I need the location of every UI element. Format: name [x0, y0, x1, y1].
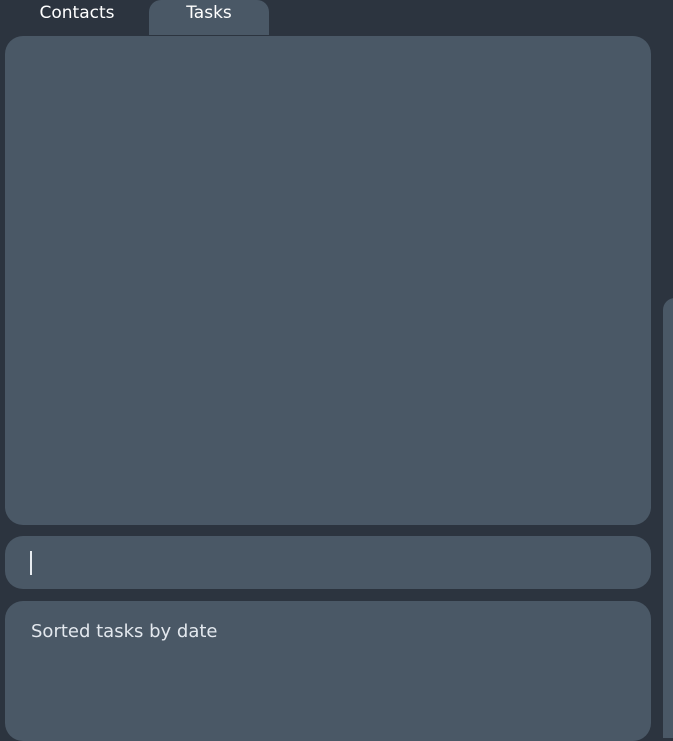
tab-tasks-label: Tasks	[186, 2, 232, 23]
command-box[interactable]	[5, 536, 651, 589]
text-cursor	[30, 551, 32, 575]
task-list-panel[interactable]	[5, 36, 651, 525]
side-panel[interactable]	[663, 298, 673, 738]
command-input[interactable]	[30, 547, 630, 578]
tab-contacts[interactable]: Contacts	[22, 0, 132, 35]
result-message: Sorted tasks by date	[31, 621, 218, 642]
tab-tasks[interactable]: Tasks	[149, 0, 269, 35]
tab-contacts-label: Contacts	[39, 2, 115, 23]
result-display: Sorted tasks by date	[5, 601, 651, 741]
